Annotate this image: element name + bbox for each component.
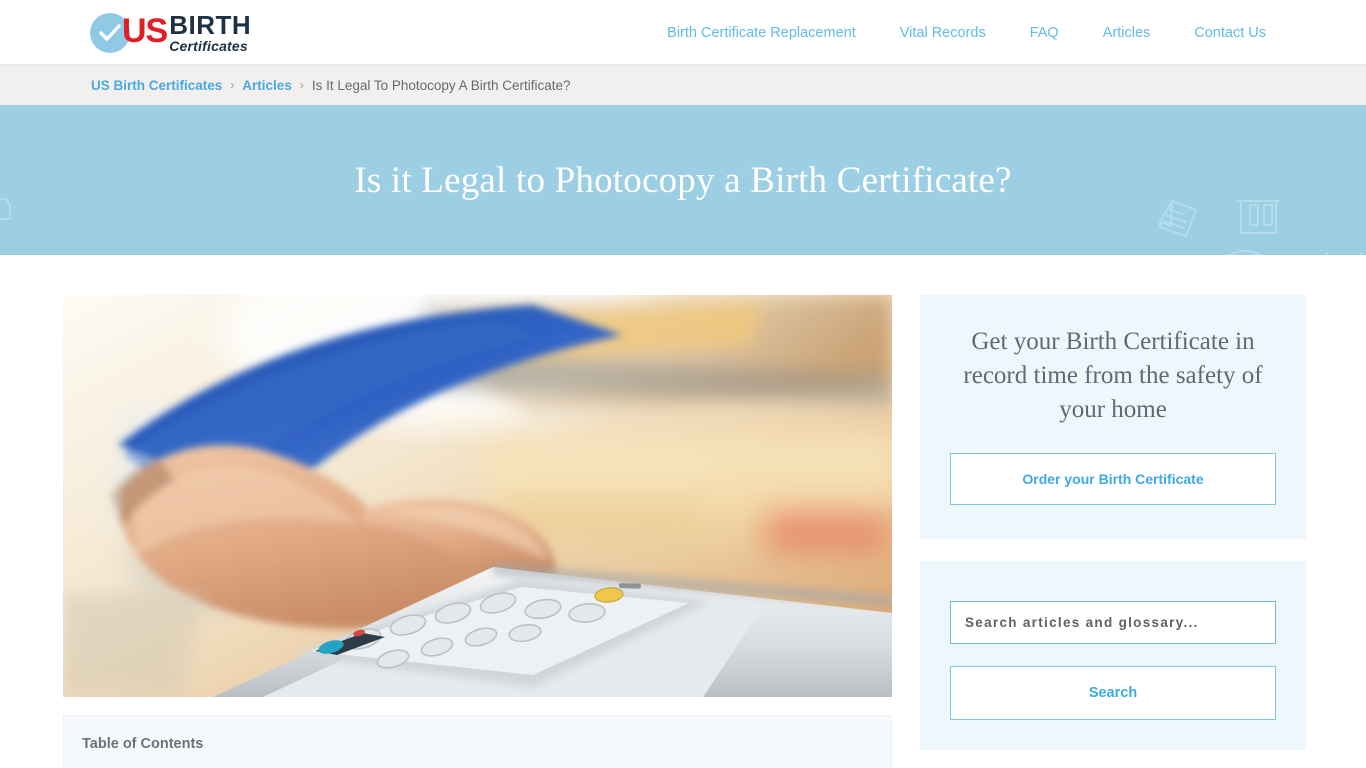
logo-certificates-text: Certificates — [169, 38, 248, 54]
site-logo[interactable]: US BIRTH Certificates — [90, 10, 251, 56]
breadcrumb-separator-icon: › — [299, 78, 304, 92]
order-cta-heading: Get your Birth Certificate in record tim… — [963, 328, 1263, 423]
checkmark-glyph — [99, 24, 121, 41]
logo-birth-text: BIRTH — [169, 10, 252, 40]
nav-item-contact-us[interactable]: Contact Us — [1194, 25, 1266, 41]
breadcrumb-item-articles[interactable]: Articles — [242, 78, 292, 93]
logo-us-text: US — [122, 12, 168, 50]
main-navigation: Birth Certificate Replacement Vital Reco… — [667, 0, 1266, 65]
user-avatar-icon — [1227, 250, 1263, 255]
breadcrumb-item-home[interactable]: US Birth Certificates — [91, 78, 222, 93]
building-icon — [1237, 200, 1280, 234]
search-button[interactable]: Search — [950, 666, 1276, 720]
nav-item-articles[interactable]: Articles — [1103, 25, 1151, 41]
order-birth-certificate-button[interactable]: Order your Birth Certificate — [950, 453, 1276, 505]
table-of-contents-panel: Table of Contents — [63, 715, 892, 768]
search-input[interactable] — [950, 601, 1276, 644]
page-body: Table of Contents Get your Birth Certifi… — [0, 255, 1366, 768]
document-icon — [0, 198, 11, 220]
breadcrumb-item-current: Is It Legal To Photocopy A Birth Certifi… — [311, 77, 571, 93]
article-hero-image — [63, 295, 892, 697]
logo-text-stack: BIRTH Certificates — [169, 12, 251, 54]
site-header: US BIRTH Certificates Birth Certificate … — [0, 0, 1366, 65]
table-of-contents-title: Table of Contents — [82, 736, 204, 752]
page-title: Is it Legal to Photocopy a Birth Certifi… — [354, 159, 1012, 201]
photocopier-photo — [63, 295, 892, 697]
order-cta-card: Get your Birth Certificate in record tim… — [920, 295, 1306, 539]
hero-banner: Is it Legal to Photocopy a Birth Certifi… — [0, 105, 1366, 255]
calendar-icon — [1326, 252, 1362, 255]
nav-item-vital-records[interactable]: Vital Records — [900, 25, 986, 41]
sidebar: Get your Birth Certificate in record tim… — [920, 295, 1306, 750]
article-content: Table of Contents — [63, 295, 892, 768]
logo-wordmark: US BIRTH Certificates — [122, 12, 251, 54]
search-card: Search — [920, 561, 1306, 750]
breadcrumb-separator-icon: › — [230, 78, 235, 92]
nav-item-birth-certificate-replacement[interactable]: Birth Certificate Replacement — [667, 25, 856, 41]
nav-item-faq[interactable]: FAQ — [1030, 25, 1059, 41]
breadcrumb: US Birth Certificates › Articles › Is It… — [0, 65, 1366, 105]
document-icon — [1159, 200, 1197, 237]
